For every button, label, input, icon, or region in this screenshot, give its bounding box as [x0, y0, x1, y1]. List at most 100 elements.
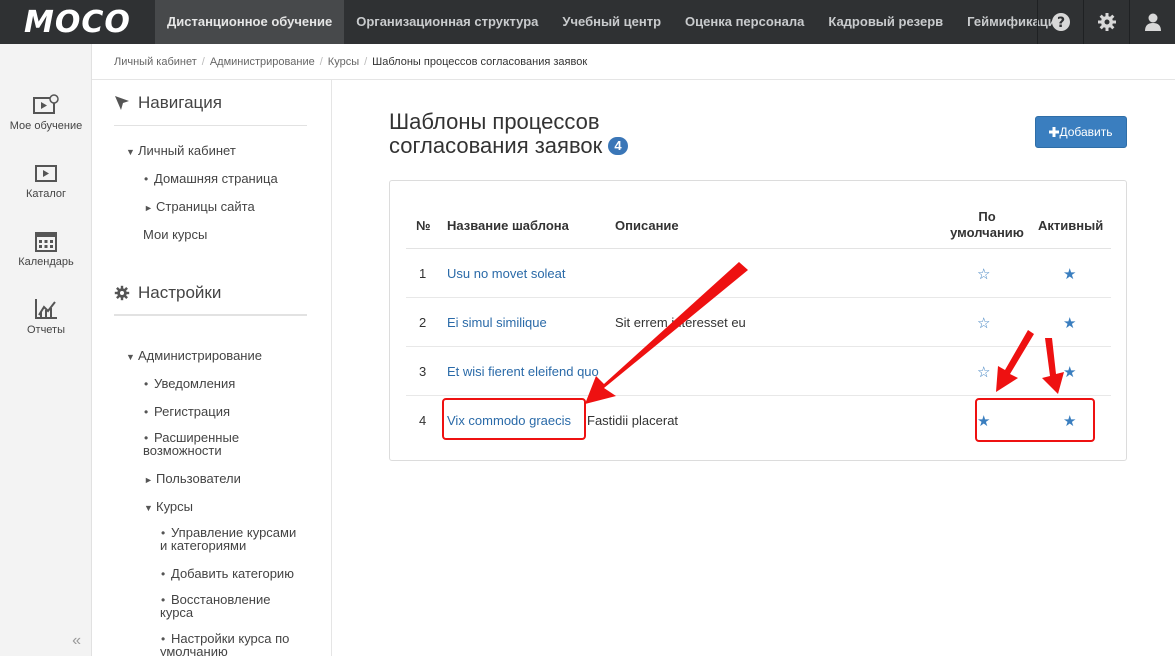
default-star-toggle[interactable]: ☆	[977, 298, 990, 347]
rail-label: Отчеты	[26, 324, 66, 336]
template-description: Fastidii placerat	[587, 413, 679, 428]
bullet-icon: •	[144, 172, 149, 186]
topnav-item-talent-pool[interactable]: Кадровый резерв	[816, 0, 955, 44]
catalog-icon	[35, 165, 57, 182]
page-title-line2: согласования заявок	[389, 133, 603, 158]
breadcrumb: Личный кабинет / Администрирование / Курсы / Ш…	[92, 44, 1175, 80]
navigation-title: Навигация	[138, 92, 222, 112]
collapsed-arrow-icon: ►	[144, 203, 153, 213]
template-name-link[interactable]: Et wisi fierent eleifend quo	[447, 364, 599, 379]
row-number: 1	[419, 266, 427, 281]
row-number: 2	[419, 315, 427, 330]
table-row: 1 Usu no movet soleat ☆ ★	[406, 249, 1111, 298]
nav-item-advanced-features-line2[interactable]: возможности	[143, 444, 222, 457]
top-nav: Дистанционное обучение Организационная с…	[155, 0, 1075, 44]
rail-label: Каталог	[26, 188, 66, 200]
active-star-toggle[interactable]: ★	[1063, 298, 1076, 347]
column-header-default-line2: умолчанию	[950, 225, 1024, 240]
rail-label: Календарь	[18, 256, 74, 268]
top-icons: ?	[1037, 0, 1175, 44]
nav-label: Уведомления	[154, 376, 236, 391]
navigation-block-header: Навигация	[114, 80, 307, 126]
rail-item-my-learning[interactable]: Мое обучение	[0, 94, 92, 132]
nav-item-personal[interactable]: ▼ Личный кабинет	[126, 144, 236, 159]
settings-divider	[114, 314, 307, 315]
rail-item-reports[interactable]: Отчеты	[0, 298, 92, 336]
logo-text: MOCO	[24, 4, 131, 40]
page-title-line1: Шаблоны процессов	[389, 109, 600, 134]
default-star-toggle[interactable]: ☆	[977, 249, 990, 298]
table-row: 2 Ei simul similique Sit errem interesse…	[406, 298, 1111, 347]
cursor-arrow-icon	[115, 95, 129, 110]
breadcrumb-item[interactable]: Личный кабинет	[114, 56, 197, 68]
active-star-toggle[interactable]: ★	[1063, 249, 1076, 298]
annotation-box-template-name	[442, 398, 586, 440]
column-header-default[interactable]: По умолчанию	[946, 201, 1028, 249]
expanded-arrow-icon: ▼	[144, 503, 153, 513]
page-title: Шаблоны процессов согласования заявок 4	[389, 110, 628, 158]
template-name-link[interactable]: Usu no movet soleat	[447, 266, 566, 281]
column-header-num: №	[416, 217, 431, 233]
default-star-toggle[interactable]: ☆	[977, 347, 990, 396]
column-header-name[interactable]: Название шаблона	[447, 201, 569, 249]
table-header: № Название шаблона Описание По умолчанию…	[406, 201, 1111, 249]
nav-label: Личный кабинет	[138, 143, 236, 158]
help-button[interactable]: ?	[1037, 0, 1083, 44]
nav-item-my-courses[interactable]: Мои курсы	[143, 228, 207, 241]
plus-icon	[1049, 127, 1060, 137]
template-name-cell: Usu no movet soleat	[447, 249, 566, 298]
settings-button[interactable]	[1083, 0, 1129, 44]
table-row: 3 Et wisi fierent eleifend quo ☆ ★	[406, 347, 1111, 396]
topnav-item-org-structure[interactable]: Организационная структура	[344, 0, 550, 44]
svg-text:?: ?	[1056, 15, 1064, 31]
nav-item-course-restore-line2[interactable]: курса	[160, 606, 193, 619]
topnav-item-assessment[interactable]: Оценка персонала	[673, 0, 816, 44]
nav-label: Курсы	[156, 499, 194, 514]
nav-item-courses[interactable]: ▼ Курсы	[144, 500, 193, 515]
expanded-arrow-icon: ▼	[126, 352, 135, 362]
breadcrumb-separator: /	[319, 56, 323, 68]
nav-item-manage-courses-line2[interactable]: и категориями	[160, 539, 246, 552]
count-badge: 4	[608, 137, 628, 155]
nav-label: Администрирование	[138, 348, 262, 363]
bullet-icon: •	[161, 567, 166, 581]
nav-item-users[interactable]: ► Пользователи	[144, 472, 241, 487]
breadcrumb-separator: /	[201, 56, 205, 68]
add-button-label: Добавить	[1059, 125, 1113, 139]
nav-item-course-defaults-line2[interactable]: умолчанию	[160, 645, 228, 656]
breadcrumb-item[interactable]: Администрирование	[210, 56, 315, 68]
column-header-description[interactable]: Описание	[615, 201, 679, 249]
help-icon: ?	[1051, 13, 1070, 31]
nav-item-administration[interactable]: ▼ Администрирование	[126, 349, 262, 364]
nav-label: Пользователи	[156, 471, 241, 486]
top-bar: MOCO Дистанционное обучение Организацион…	[0, 0, 1175, 44]
nav-item-notifications[interactable]: • Уведомления	[144, 377, 235, 391]
settings-block-header: Настройки	[114, 270, 307, 316]
topnav-item-training-center[interactable]: Учебный центр	[550, 0, 673, 44]
nav-item-home[interactable]: • Домашняя страница	[144, 172, 278, 186]
collapse-rail-button[interactable]: «	[72, 632, 81, 650]
template-name-link[interactable]: Ei simul similique	[447, 315, 547, 330]
template-name-cell: Ei simul similique	[447, 298, 547, 347]
annotation-box-stars	[975, 398, 1095, 442]
gear-icon	[1097, 13, 1116, 31]
profile-button[interactable]	[1129, 0, 1175, 44]
breadcrumb-item[interactable]: Курсы	[328, 56, 359, 68]
rail-item-calendar[interactable]: Календарь	[0, 230, 92, 268]
rail-item-catalog[interactable]: Каталог	[0, 164, 92, 200]
nav-item-site-pages[interactable]: ► Страницы сайта	[144, 200, 255, 215]
nav-item-registration[interactable]: • Регистрация	[144, 405, 230, 419]
active-star-toggle[interactable]: ★	[1063, 347, 1076, 396]
gear-icon	[114, 285, 130, 300]
logo[interactable]: MOCO	[0, 0, 155, 44]
breadcrumb-current: Шаблоны процессов согласования заявок	[372, 56, 588, 68]
my-learning-icon	[33, 94, 59, 114]
settings-title: Настройки	[138, 282, 222, 302]
nav-item-add-category[interactable]: • Добавить категорию	[161, 567, 294, 581]
row-number: 3	[419, 364, 427, 379]
column-header-active[interactable]: Активный	[1038, 201, 1103, 249]
template-description: Sit errem interesset eu	[615, 315, 746, 330]
bullet-icon: •	[144, 405, 149, 419]
topnav-item-distance-learning[interactable]: Дистанционное обучение	[155, 0, 345, 44]
add-template-button[interactable]: Добавить	[1035, 116, 1127, 148]
